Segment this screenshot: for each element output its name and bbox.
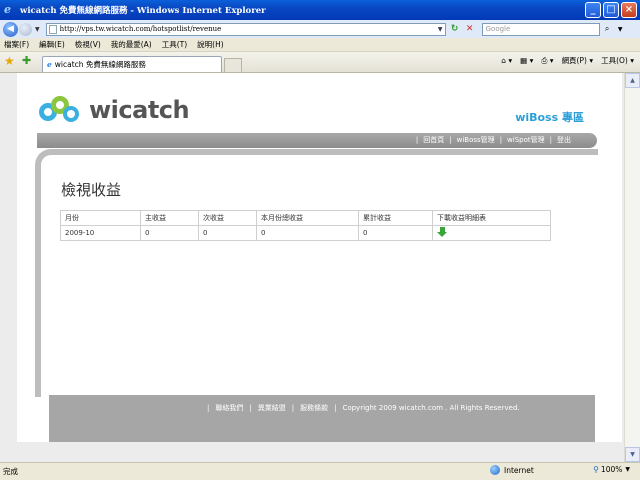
back-button[interactable]: ◀ — [3, 21, 18, 37]
menu-favorites[interactable]: 我的最愛(A) — [111, 39, 152, 50]
menu-view[interactable]: 檢視(V) — [75, 39, 101, 50]
cell-month-total: 0 — [256, 225, 359, 241]
minimize-button[interactable]: _ — [585, 2, 601, 18]
command-bar: ⌂ ▾ ▦ ▾ ⎙ ▾ 網頁(P) ▾ 工具(O) ▾ — [493, 55, 634, 66]
menu-bar: 檔案(F) 編輯(E) 檢視(V) 我的最愛(A) 工具(T) 說明(H) — [0, 38, 640, 52]
nav-wiboss-link[interactable]: wiBoss管理 — [457, 135, 495, 145]
status-bar: 完成 Internet ⚲ 100% ▼ — [0, 462, 640, 480]
menu-edit[interactable]: 編輯(E) — [39, 39, 65, 50]
recent-pages-dropdown[interactable]: ▼ — [35, 26, 40, 33]
col-secondary-revenue: 次收益 — [198, 210, 257, 226]
search-input[interactable]: Google — [481, 22, 600, 36]
window-titlebar: e wicatch 免費無線網路服務 - Windows Internet Ex… — [0, 0, 640, 20]
address-field[interactable]: http://vps.tw.wicatch.com/hotspotlist/re… — [45, 22, 446, 36]
browser-viewport: wicatch wiBoss 專區 | 回首頁 | wiBoss管理 | wiS… — [0, 73, 640, 462]
add-favorite-icon[interactable]: ✚ — [22, 54, 36, 68]
favorites-star-icon[interactable]: ★ — [4, 54, 18, 68]
print-icon[interactable]: ⎙ ▾ — [541, 56, 553, 66]
home-icon[interactable]: ⌂ ▾ — [501, 56, 512, 65]
table-row: 2009-10 0 0 0 0 — [60, 225, 551, 241]
page-footer: | 聯絡我們 | 異業結盟 | 服務條款 | Copyright 2009 wi… — [49, 395, 595, 442]
feeds-icon[interactable]: ▦ ▾ — [520, 56, 533, 65]
download-icon[interactable] — [437, 227, 448, 237]
window-title: wicatch 免費無線網路服務 - Windows Internet Expl… — [20, 6, 266, 16]
wicatch-logo[interactable]: wicatch — [39, 93, 190, 127]
search-options-icon[interactable]: ▼ — [615, 24, 626, 35]
globe-icon — [490, 465, 500, 475]
footer-terms-link[interactable]: 服務條款 — [300, 403, 328, 413]
footer-contact-link[interactable]: 聯絡我們 — [215, 403, 243, 413]
refresh-icon[interactable]: ↻ — [449, 23, 461, 35]
page-menu[interactable]: 網頁(P) ▾ — [562, 55, 594, 66]
zoom-dropdown-icon[interactable]: ▼ — [625, 466, 630, 473]
tab-ie-icon: e — [47, 60, 52, 69]
zoom-control[interactable]: ⚲ 100% ▼ — [593, 465, 630, 474]
zoom-icon: ⚲ — [593, 465, 599, 474]
web-page: wicatch wiBoss 專區 | 回首頁 | wiBoss管理 | wiS… — [17, 73, 622, 442]
scroll-up-icon[interactable]: ▲ — [625, 73, 640, 88]
tab-label: wicatch 免費無線網路服務 — [54, 60, 146, 69]
cell-download — [432, 225, 551, 241]
page-icon — [48, 24, 57, 34]
top-nav: | 回首頁 | wiBoss管理 | wiSpot管理 | 登出 — [37, 133, 597, 150]
scroll-down-icon[interactable]: ▼ — [625, 447, 640, 462]
menu-tools[interactable]: 工具(T) — [162, 39, 187, 50]
address-dropdown-icon[interactable]: ▼ — [436, 24, 445, 35]
tab-wicatch[interactable]: e wicatch 免費無線網路服務 — [42, 56, 222, 72]
revenue-table: 月份 主收益 次收益 本月份總收益 累計收益 下載收益明細表 2009-10 0… — [60, 210, 551, 241]
ie-logo-icon: e — [4, 3, 11, 16]
vertical-scrollbar[interactable]: ▲ ▼ — [624, 73, 640, 462]
col-month-total: 本月份總收益 — [256, 210, 359, 226]
footer-alliance-link[interactable]: 異業結盟 — [258, 403, 286, 413]
menu-file[interactable]: 檔案(F) — [4, 39, 29, 50]
search-icon[interactable]: ⌕ — [602, 24, 613, 35]
window-controls: _ □ × — [585, 2, 637, 18]
cell-secondary: 0 — [198, 225, 257, 241]
footer-links: | 聯絡我們 | 異業結盟 | 服務條款 | Copyright 2009 wi… — [207, 403, 520, 413]
zoom-level: 100% — [600, 465, 623, 474]
maximize-button[interactable]: □ — [603, 2, 619, 18]
cell-primary: 0 — [140, 225, 199, 241]
tools-menu[interactable]: 工具(O) ▾ — [601, 55, 634, 66]
logo-text: wicatch — [89, 96, 190, 124]
cell-month: 2009-10 — [60, 225, 141, 241]
security-zone[interactable]: Internet — [490, 465, 534, 475]
tab-bar: ★ ✚ e wicatch 免費無線網路服務 ⌂ ▾ ▦ ▾ ⎙ ▾ 網頁(P)… — [0, 52, 640, 73]
zone-label: Internet — [504, 465, 534, 475]
address-url[interactable]: http://vps.tw.wicatch.com/hotspotlist/re… — [60, 25, 436, 33]
nav-home-link[interactable]: 回首頁 — [423, 135, 444, 145]
forward-button[interactable] — [19, 22, 32, 36]
logo-rings-icon — [39, 93, 85, 127]
nav-logout-link[interactable]: 登出 — [557, 135, 571, 145]
stop-icon[interactable]: ✕ — [464, 23, 476, 35]
table-header-row: 月份 主收益 次收益 本月份總收益 累計收益 下載收益明細表 — [60, 210, 551, 226]
status-text: 完成 — [3, 467, 18, 476]
col-month: 月份 — [60, 210, 141, 226]
col-download: 下載收益明細表 — [432, 210, 551, 226]
menu-help[interactable]: 說明(H) — [197, 39, 224, 50]
top-nav-links: | 回首頁 | wiBoss管理 | wiSpot管理 | 登出 — [415, 135, 571, 145]
cell-cumulative: 0 — [358, 225, 433, 241]
footer-copyright: Copyright 2009 wicatch.com . All Rights … — [342, 404, 520, 412]
address-toolbar: ◀ ▼ http://vps.tw.wicatch.com/hotspotlis… — [0, 20, 640, 38]
section-title: wiBoss 專區 — [515, 111, 584, 124]
close-button[interactable]: × — [621, 2, 637, 18]
col-cumulative: 累計收益 — [358, 210, 433, 226]
col-primary-revenue: 主收益 — [140, 210, 199, 226]
page-title: 檢視收益 — [61, 181, 122, 199]
nav-wispot-link[interactable]: wiSpot管理 — [507, 135, 545, 145]
new-tab-button[interactable] — [224, 58, 242, 72]
